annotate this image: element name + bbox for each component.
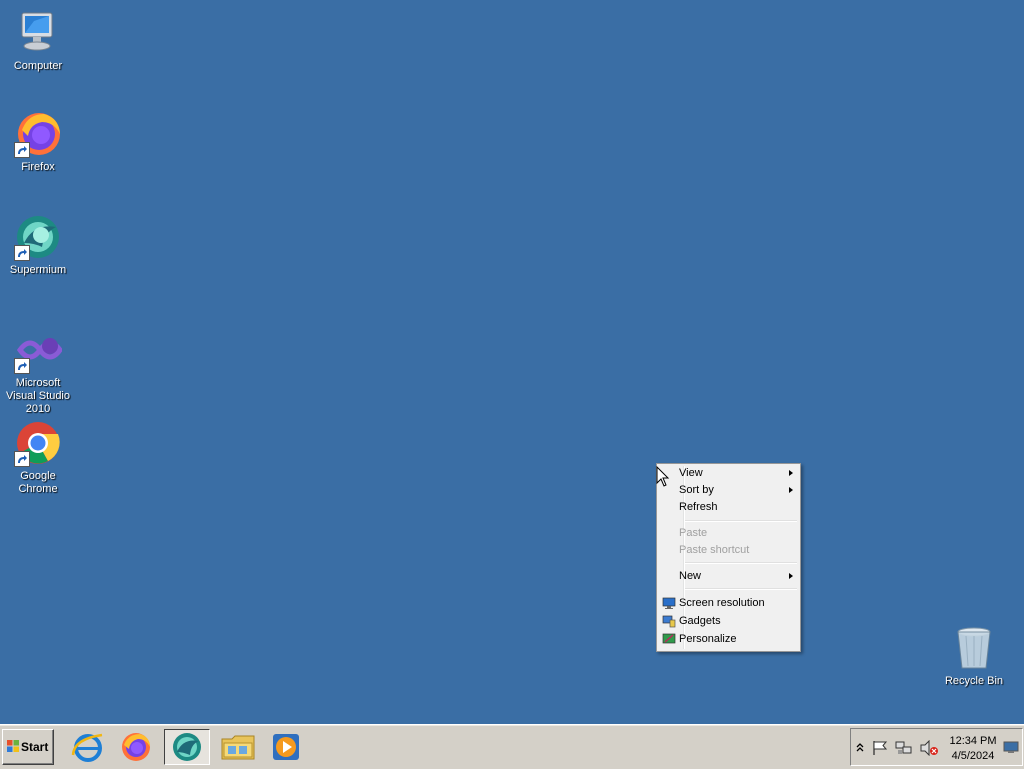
clock-date: 4/5/2024 [951, 750, 995, 762]
submenu-arrow-icon [789, 487, 793, 493]
taskbar-supermium[interactable] [164, 729, 210, 765]
submenu-arrow-icon [789, 470, 793, 476]
supermium-icon [14, 213, 62, 261]
desktop-icon-label: Recycle Bin [944, 675, 1004, 687]
taskbar-media-player[interactable] [266, 729, 306, 765]
menu-item-paste: Paste [657, 525, 800, 542]
firefox-icon [122, 733, 150, 761]
desktop-icon-label: Supermium [9, 264, 67, 276]
menu-item-paste-shortcut: Paste shortcut [657, 542, 800, 559]
menu-separator [685, 520, 797, 522]
media-player-icon [273, 734, 299, 760]
taskbar-firefox[interactable] [116, 729, 156, 765]
personalize-icon [662, 632, 676, 646]
recycle-bin-icon [950, 624, 998, 672]
internet-explorer-icon [71, 733, 103, 762]
menu-item-personalize[interactable]: Personalize [657, 631, 800, 648]
submenu-arrow-icon [789, 573, 793, 579]
screen-resolution-icon [662, 596, 676, 610]
menu-item-new[interactable]: New [657, 568, 800, 585]
taskbar-file-explorer[interactable] [218, 729, 258, 765]
menu-item-sort-by[interactable]: Sort by [657, 482, 800, 499]
menu-item-label: Personalize [679, 633, 737, 645]
action-center-flag-icon[interactable] [871, 740, 889, 756]
computer-icon [14, 9, 62, 57]
desktop-icon-computer[interactable]: Computer [0, 9, 76, 73]
menu-separator [685, 562, 797, 564]
desktop-icon-label: Computer [13, 60, 63, 72]
chrome-icon [14, 419, 62, 467]
network-icon[interactable] [895, 740, 913, 756]
menu-item-label: Paste [679, 527, 708, 539]
menu-item-label: Paste shortcut [679, 544, 750, 556]
clock-time: 12:34 PM [949, 735, 997, 747]
menu-item-view[interactable]: View [657, 465, 800, 482]
menu-item-label: View [679, 467, 703, 479]
menu-item-screen-resolution[interactable]: Screen resolution [657, 595, 800, 612]
windows-logo-icon [6, 739, 20, 753]
show-hidden-icons-icon[interactable] [855, 741, 865, 753]
shortcut-arrow-icon [14, 245, 30, 261]
desktop-icon-supermium[interactable]: Supermium [0, 213, 76, 277]
menu-item-label: New [679, 570, 702, 582]
taskbar-internet-explorer[interactable] [68, 729, 108, 765]
menu-item-label: Gadgets [679, 615, 721, 627]
desktop-icon-firefox[interactable]: Firefox [0, 110, 76, 174]
menu-separator [685, 588, 797, 590]
desktop-icon-label: Microsoft Visual Studio 2010 [5, 377, 70, 415]
mouse-cursor-icon [656, 466, 670, 487]
shortcut-arrow-icon [14, 451, 30, 467]
shortcut-arrow-icon [14, 142, 30, 158]
start-button-label: Start [21, 740, 49, 754]
desktop-icon-label: Google Chrome [18, 470, 58, 495]
volume-muted-icon[interactable] [919, 740, 939, 756]
desktop-icon-visual-studio[interactable]: Microsoft Visual Studio 2010 [0, 326, 76, 416]
firefox-icon [14, 110, 62, 158]
menu-item-label: Refresh [679, 501, 718, 513]
menu-item-gadgets[interactable]: Gadgets [657, 613, 800, 630]
shortcut-arrow-icon [14, 358, 30, 374]
gadgets-icon [662, 614, 676, 628]
menu-item-refresh[interactable]: Refresh [657, 499, 800, 516]
show-desktop-icon[interactable] [1003, 739, 1019, 755]
supermium-icon [173, 733, 201, 761]
taskbar: Start 12:34 PM 4/5/2024 [0, 724, 1024, 769]
desktop[interactable]: Computer Firefox Supermium Microsoft Vis… [0, 0, 1024, 724]
desktop-icon-recycle-bin[interactable]: Recycle Bin [936, 624, 1012, 688]
desktop-context-menu: View Sort by Refresh Paste Paste shortcu… [656, 463, 801, 652]
desktop-icon-label: Firefox [21, 161, 55, 173]
desktop-icon-chrome[interactable]: Google Chrome [0, 419, 76, 496]
file-explorer-icon [221, 735, 255, 760]
visual-studio-icon [14, 326, 64, 374]
menu-item-label: Sort by [679, 484, 714, 496]
menu-item-label: Screen resolution [679, 597, 765, 609]
clock[interactable]: 12:34 PM 4/5/2024 [943, 734, 1003, 764]
system-tray: 12:34 PM 4/5/2024 [850, 728, 1023, 766]
start-button[interactable]: Start [2, 729, 54, 765]
